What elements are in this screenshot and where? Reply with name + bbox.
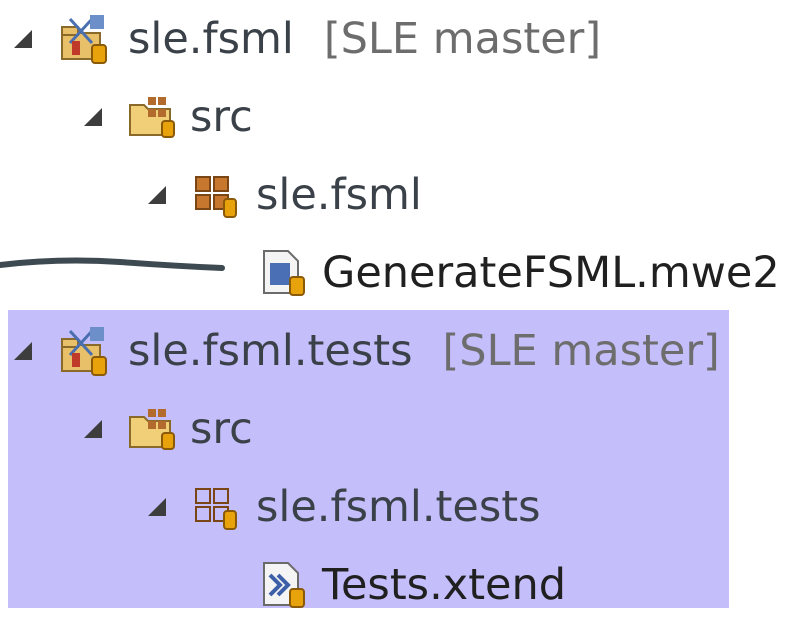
tree-item-file-generatefsml[interactable]: GenerateFSML.mwe2	[0, 234, 800, 312]
repository-decoration: [SLE master]	[323, 14, 602, 64]
package-label: sle.fsml	[256, 170, 422, 220]
expand-arrow-icon[interactable]	[10, 26, 36, 52]
tree-item-label: sle.fsml.tests [SLE master]	[128, 312, 720, 390]
package-icon	[190, 169, 242, 221]
src-folder-label: src	[190, 404, 253, 454]
expand-arrow-icon[interactable]	[80, 416, 106, 442]
source-folder-icon	[126, 91, 178, 143]
expand-arrow-icon[interactable]	[10, 338, 36, 364]
tree-item-src-folder[interactable]: src	[0, 390, 800, 468]
package-explorer-tree: sle.fsml [SLE master] src sle.fsml Gener…	[0, 0, 800, 610]
mwe2-file-icon	[256, 247, 308, 299]
expand-arrow-icon[interactable]	[144, 494, 170, 520]
project-icon	[58, 325, 110, 377]
repository-decoration: [SLE master]	[442, 326, 720, 376]
project-name: sle.fsml.tests	[128, 326, 413, 376]
tree-item-src-folder[interactable]: src	[0, 78, 800, 156]
tree-item-label: sle.fsml [SLE master]	[128, 0, 601, 78]
file-label: GenerateFSML.mwe2	[322, 248, 780, 298]
file-label: Tests.xtend	[322, 560, 567, 610]
project-name: sle.fsml	[128, 14, 294, 64]
source-folder-icon	[126, 403, 178, 455]
expand-arrow-icon[interactable]	[144, 182, 170, 208]
expand-arrow-icon[interactable]	[80, 104, 106, 130]
tree-item-file-tests-xtend[interactable]: Tests.xtend	[0, 546, 800, 624]
project-icon	[58, 13, 110, 65]
xtend-file-icon	[256, 559, 308, 611]
tree-item-package-sle-fsml-tests[interactable]: sle.fsml.tests	[0, 468, 800, 546]
tree-item-package-sle-fsml[interactable]: sle.fsml	[0, 156, 800, 234]
package-icon	[190, 481, 242, 533]
package-label: sle.fsml.tests	[256, 482, 541, 532]
src-folder-label: src	[190, 92, 253, 142]
tree-item-project-sle-fsml[interactable]: sle.fsml [SLE master]	[0, 0, 800, 78]
tree-item-project-sle-fsml-tests[interactable]: sle.fsml.tests [SLE master]	[0, 312, 800, 390]
